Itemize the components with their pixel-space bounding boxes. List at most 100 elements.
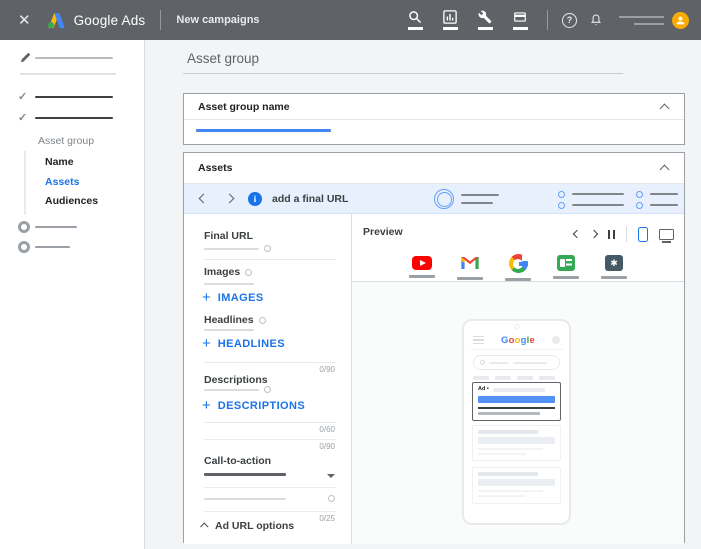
step-asset-group-label[interactable]: Asset group (38, 135, 94, 147)
display-network-icon (557, 255, 575, 271)
help-icon[interactable]: ? (562, 12, 577, 28)
tab-google-search[interactable] (505, 254, 531, 281)
preview-column: Preview ✱ Google Ad • (352, 214, 684, 544)
search-result-placeholder (472, 425, 561, 461)
call-to-action-label: Call-to-action (204, 455, 272, 467)
google-ads-logo-icon (46, 12, 66, 29)
asset-group-name-card-header: Asset group name (184, 94, 684, 120)
billing-card-icon[interactable] (509, 10, 531, 30)
help-circle-icon (328, 495, 335, 502)
redacted-line (204, 283, 254, 285)
redacted-line (634, 22, 664, 25)
controls-divider (626, 226, 627, 242)
reports-chart-icon[interactable] (439, 10, 461, 30)
previous-preview-chevron-icon[interactable] (572, 229, 581, 239)
collapse-chevron-icon[interactable] (659, 164, 670, 175)
topbar-divider (160, 10, 162, 30)
tools-wrench-icon[interactable] (474, 10, 496, 30)
redacted-line (35, 57, 113, 59)
google-ads-new-campaign-window: ✕ Google Ads New campaigns ? ✓ ✓ Asset g… (0, 0, 701, 549)
topbar-divider (547, 10, 548, 30)
step-complete-check-icon: ✓ (18, 112, 28, 124)
search-icon[interactable] (404, 10, 426, 30)
bullet-circle-icon (558, 202, 565, 209)
tab-display[interactable] (553, 254, 579, 281)
asset-group-name-input[interactable] (184, 120, 684, 145)
preview-channel-tabs: ✱ (352, 254, 684, 281)
images-label: Images (204, 266, 253, 278)
redacted-text-line (478, 406, 555, 409)
call-to-action-value (204, 473, 286, 476)
preview-body: Google Ad • (352, 282, 684, 544)
redacted-input-value (196, 129, 331, 132)
redacted-url-line (492, 387, 545, 392)
help-circle-icon (245, 268, 253, 276)
mobile-device-icon[interactable] (638, 226, 648, 242)
info-icon: i (248, 192, 262, 206)
plus-icon: + (202, 397, 211, 414)
bullet-circle-icon (636, 202, 643, 209)
char-counter: 0/60 (319, 425, 335, 434)
help-circle-icon (264, 245, 271, 252)
char-counter: 0/25 (319, 514, 335, 523)
descriptions-label: Descriptions (204, 374, 268, 386)
business-name-input[interactable] (204, 498, 286, 500)
avatar[interactable] (672, 11, 689, 29)
redacted-line (35, 226, 77, 228)
final-url-input[interactable] (204, 248, 259, 250)
add-descriptions-button[interactable]: + DESCRIPTIONS (202, 398, 305, 413)
redacted-line (204, 329, 254, 331)
field-divider (204, 362, 336, 363)
assets-card: Assets i add a final URL Final URL Image… (183, 152, 685, 544)
ad-preview-card: Ad • (472, 382, 561, 421)
dropdown-caret-icon[interactable] (327, 474, 335, 478)
add-headlines-button[interactable]: + HEADLINES (202, 336, 285, 351)
notifications-bell-icon[interactable] (589, 13, 603, 27)
title-divider (183, 73, 623, 74)
substep-name[interactable]: Name (45, 156, 74, 168)
assets-card-header: Assets (184, 153, 684, 184)
char-counter: 0/90 (319, 365, 335, 374)
redacted-line (619, 15, 664, 18)
redacted-line (513, 361, 547, 364)
tab-gmail[interactable] (457, 254, 483, 281)
future-step-radio-icon[interactable] (18, 241, 30, 253)
field-divider (204, 439, 336, 440)
search-result-placeholder (472, 467, 561, 504)
redacted-line (461, 194, 499, 196)
hamburger-menu-icon (473, 335, 484, 345)
desktop-device-icon[interactable] (659, 228, 674, 243)
phone-search-bar (473, 355, 560, 370)
tab-youtube[interactable] (409, 254, 435, 281)
phone-browser-header: Google (470, 331, 563, 350)
brand-title: Google Ads (73, 12, 146, 28)
asset-form-column: Final URL Images + IMAGES Headlines + HE… (184, 214, 352, 544)
future-step-radio-icon[interactable] (18, 221, 30, 233)
phone-google-logo: Google (501, 334, 535, 346)
substep-audiences[interactable]: Audiences (45, 195, 98, 207)
account-info-redacted (619, 15, 664, 25)
redacted-headline-bar (478, 395, 555, 403)
step-connector (24, 151, 26, 215)
info-bar-message: add a final URL (272, 193, 349, 205)
next-preview-chevron-icon[interactable] (589, 229, 598, 239)
redacted-line (572, 193, 624, 195)
char-counter: 0/90 (319, 442, 335, 451)
redacted-line (35, 96, 113, 98)
ad-url-options-toggle[interactable]: Ad URL options (200, 520, 294, 532)
field-divider (204, 422, 336, 423)
preview-controls (572, 226, 674, 243)
collapse-chevron-icon[interactable] (659, 103, 670, 114)
substep-assets[interactable]: Assets (45, 176, 79, 188)
close-icon[interactable]: ✕ (16, 11, 33, 30)
youtube-icon (412, 256, 432, 270)
campaign-steps-sidebar: ✓ ✓ Asset group Name Assets Audiences (0, 40, 145, 549)
previous-chevron-icon[interactable] (198, 193, 209, 204)
tab-discover[interactable]: ✱ (601, 254, 627, 281)
phone-avatar (552, 336, 560, 344)
final-url-label: Final URL (204, 230, 253, 242)
pause-icon[interactable] (607, 229, 615, 239)
next-chevron-icon[interactable] (224, 193, 235, 204)
chevron-up-icon (200, 522, 209, 531)
add-images-button[interactable]: + IMAGES (202, 290, 264, 305)
